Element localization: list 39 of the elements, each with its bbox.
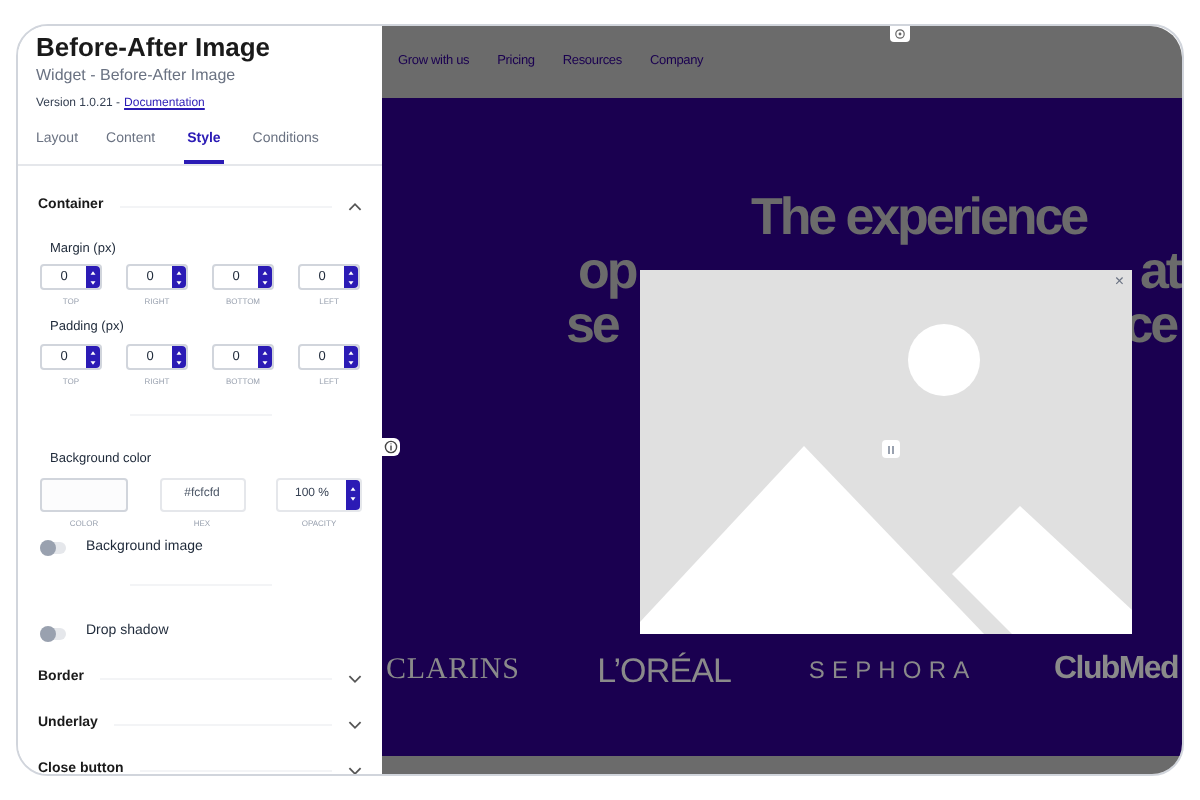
spinner-arrows-icon: [174, 267, 184, 288]
hero-heading: at: [1140, 244, 1180, 298]
spinner-button[interactable]: [172, 266, 186, 289]
spinner-button[interactable]: [86, 266, 100, 289]
spinner-button[interactable]: [346, 479, 360, 510]
chevron-down-icon[interactable]: [348, 719, 362, 730]
chevron-up-icon[interactable]: [348, 202, 362, 212]
chevron-down-icon[interactable]: [348, 765, 362, 774]
hero-heading: se: [566, 298, 618, 352]
brand-logo: SEPHORA: [808, 654, 977, 689]
close-button[interactable]: ×: [1114, 270, 1124, 294]
hero-heading: op: [578, 244, 636, 298]
spinner-arrows-icon: [346, 347, 356, 367]
spinner-arrows-icon: [260, 347, 270, 367]
toggle-switch[interactable]: [40, 627, 66, 639]
spinner-arrows-icon: [348, 484, 358, 505]
spinner-arrows-icon: [346, 267, 356, 288]
info-icon[interactable]: [382, 438, 400, 456]
spinner-arrows-icon: [88, 347, 98, 367]
spinner-button[interactable]: [344, 266, 358, 289]
spinner-button[interactable]: [344, 346, 358, 368]
spinner-button[interactable]: [172, 346, 186, 368]
spinner-button[interactable]: [86, 346, 100, 368]
toggle-switch[interactable]: [40, 542, 66, 554]
slider-handle[interactable]: [882, 440, 900, 458]
spinner-button[interactable]: [258, 266, 272, 289]
brand-logo: ClubMed: [1054, 650, 1178, 691]
spinner-arrows-icon: [260, 267, 270, 288]
color-swatch[interactable]: [40, 477, 128, 512]
hero-heading: The experience: [751, 190, 1086, 244]
spinner-arrows-icon: [174, 347, 184, 367]
panel-title: Before-After Image: [36, 32, 273, 64]
brand-logo: L’ORÉAL: [597, 649, 732, 693]
panel-subtitle: Widget - Before-After Image: [36, 64, 238, 88]
spinner-button[interactable]: [258, 346, 272, 368]
brand-logo: CLARINS: [386, 652, 520, 690]
chevron-down-icon[interactable]: [348, 673, 362, 684]
camera-icon[interactable]: [890, 26, 910, 42]
spinner-arrows-icon: [88, 267, 98, 288]
